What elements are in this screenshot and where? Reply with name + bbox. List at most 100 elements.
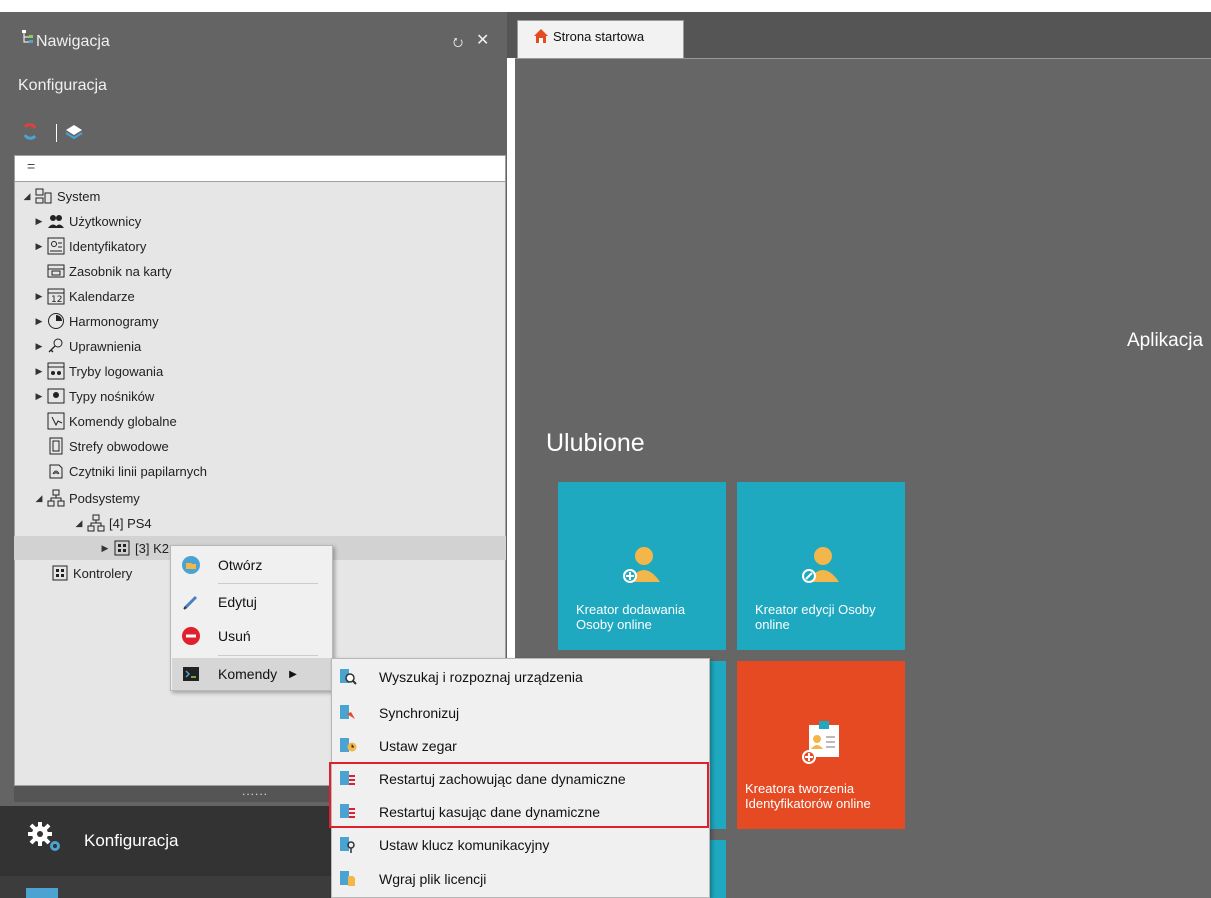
tree-item-k2[interactable]: ▶ [3] K2 (98, 536, 169, 560)
tile-edit-person-wizard[interactable]: Kreator edycji Osoby online (737, 482, 905, 650)
controller-icon (50, 563, 70, 583)
tree-item-global-commands[interactable]: Komendy globalne (46, 409, 177, 433)
tree-item-label: System (57, 188, 101, 204)
collapse-arrow-icon[interactable]: ◢ (32, 493, 46, 504)
card-tray-icon (46, 261, 66, 281)
key-icon (337, 834, 359, 856)
collapse-arrow-icon[interactable]: ◢ (72, 518, 86, 529)
clock-icon (46, 311, 66, 331)
collapse-arrow-icon[interactable]: ◢ (20, 191, 34, 202)
highlight-annotation-box (329, 762, 709, 828)
bottom-nav-label: Konfiguracja (84, 831, 179, 850)
tree-item-system[interactable]: ◢ System (20, 184, 100, 208)
tile-label: Kreator dodawania Osoby online (576, 602, 686, 632)
tree-item-label: Czytniki linii papilarnych (69, 463, 207, 479)
login-mode-icon (46, 361, 66, 381)
tree-item-label: Identyfikatory (69, 238, 147, 254)
tree-item-perimeter-zones[interactable]: Strefy obwodowe (46, 434, 169, 458)
expand-arrow-icon[interactable]: ▶ (32, 316, 46, 327)
submenu-item-upload-license[interactable]: Wgraj plik licencji (337, 862, 486, 896)
tree-item-label: Typy nośników (69, 388, 155, 404)
splitter-grip-icon: ...... (242, 784, 269, 798)
menu-item-open[interactable]: Otwórz (180, 554, 262, 576)
home-icon (533, 28, 549, 49)
menu-item-commands[interactable]: Komendy ▶ (180, 663, 297, 685)
submenu-item-label: Wyszukaj i rozpoznaj urządzenia (379, 669, 583, 685)
submenu-item-discover-devices[interactable]: Wyszukaj i rozpoznaj urządzenia (337, 660, 583, 694)
tile-add-person-wizard[interactable]: Kreator dodawania Osoby online (558, 482, 726, 650)
tree-item-fingerprint-readers[interactable]: Czytniki linii papilarnych (46, 459, 207, 483)
edit-person-icon (799, 544, 847, 589)
tree-item-users[interactable]: ▶ Użytkownicy (32, 209, 142, 233)
tree-item-media-types[interactable]: ▶ Typy nośników (32, 384, 154, 408)
close-icon[interactable]: ✕ (476, 30, 489, 50)
pin-icon[interactable]: ⭮ (453, 33, 463, 54)
menu-separator (218, 583, 318, 584)
create-identifier-icon (799, 719, 847, 770)
tree-item-schedules[interactable]: ▶ Harmonogramy (32, 309, 159, 333)
content-top-border (515, 58, 1211, 59)
expand-arrow-icon[interactable]: ▶ (32, 216, 46, 227)
menu-item-edit[interactable]: Edytuj (180, 591, 257, 613)
tree-item-identifiers[interactable]: ▶ Identyfikatory (32, 234, 146, 258)
submenu-arrow-icon: ▶ (289, 668, 297, 680)
favorites-heading: Ulubione (546, 429, 645, 457)
fingerprint-icon (46, 461, 66, 481)
tree-item-label: Podsystemy (69, 490, 140, 506)
subsystem-icon (46, 488, 66, 508)
subsystem-icon (86, 513, 106, 533)
open-icon (180, 554, 202, 576)
expand-arrow-icon[interactable]: ▶ (32, 391, 46, 402)
zone-icon (46, 436, 66, 456)
tile-label: Kreatora tworzenia Identyfikatorów onlin… (745, 781, 871, 811)
system-icon (34, 186, 54, 206)
layers-icon[interactable] (64, 123, 84, 146)
expand-arrow-icon[interactable]: ▶ (32, 241, 46, 252)
applications-heading: Aplikacja (1127, 330, 1204, 351)
navigation-panel-title: Nawigacja (36, 33, 110, 50)
tree-item-label: Strefy obwodowe (69, 438, 169, 454)
tree-item-card-tray[interactable]: Zasobnik na karty (46, 259, 172, 283)
tree-item-controllers[interactable]: Kontrolery (50, 561, 132, 585)
tile-create-identifier-wizard[interactable]: Kreatora tworzenia Identyfikatorów onlin… (737, 661, 905, 829)
menu-item-delete[interactable]: Usuń (180, 625, 251, 647)
key-icon (46, 336, 66, 356)
menu-item-label: Komendy (218, 666, 278, 682)
expand-arrow-icon[interactable]: ▶ (32, 341, 46, 352)
tree-item-label: Kontrolery (73, 565, 133, 581)
tree-item-calendars[interactable]: ▶ 12 Kalendarze (32, 284, 135, 308)
tree-item-label: Kalendarze (69, 288, 135, 304)
refresh-icon[interactable] (22, 123, 38, 146)
tree-item-ps4[interactable]: ◢ [4] PS4 (72, 511, 152, 535)
tree-filter-bar[interactable]: = (14, 155, 506, 182)
submenu-item-set-communication-key[interactable]: Ustaw klucz komunikacyjny (337, 828, 549, 862)
tree-item-subsystems[interactable]: ◢ Podsystemy (32, 486, 140, 510)
tree-item-label: Tryby logowania (69, 363, 164, 379)
submenu-item-label: Wgraj plik licencji (379, 871, 487, 887)
expand-arrow-icon[interactable]: ▶ (98, 543, 112, 554)
submenu-item-synchronize[interactable]: Synchronizuj (337, 696, 459, 730)
gears-icon (26, 820, 66, 861)
tree-item-login-modes[interactable]: ▶ Tryby logowania (32, 359, 163, 383)
expand-arrow-icon[interactable]: ▶ (32, 291, 46, 302)
sync-icon (337, 702, 359, 724)
id-card-icon (46, 236, 66, 256)
pencil-icon (180, 591, 202, 613)
toolbar-divider (56, 124, 57, 142)
tree-item-label: [3] K2 (135, 540, 169, 556)
tree-item-permissions[interactable]: ▶ Uprawnienia (32, 334, 141, 358)
submenu-item-label: Synchronizuj (379, 705, 460, 721)
menu-item-label: Edytuj (218, 594, 257, 610)
tile-label: Kreator edycji Osoby online (755, 602, 876, 632)
add-person-icon (620, 544, 668, 589)
submenu-item-set-clock[interactable]: Ustaw zegar (337, 729, 457, 763)
svg-text:12: 12 (51, 295, 62, 305)
calendar-icon: 12 (46, 286, 66, 306)
menu-item-label: Otwórz (218, 557, 263, 573)
tree-item-label: Harmonogramy (69, 313, 159, 329)
menu-item-label: Usuń (218, 628, 251, 644)
expand-arrow-icon[interactable]: ▶ (32, 366, 46, 377)
terminal-icon (180, 663, 202, 685)
controller-icon (112, 538, 132, 558)
clock-icon (337, 735, 359, 757)
